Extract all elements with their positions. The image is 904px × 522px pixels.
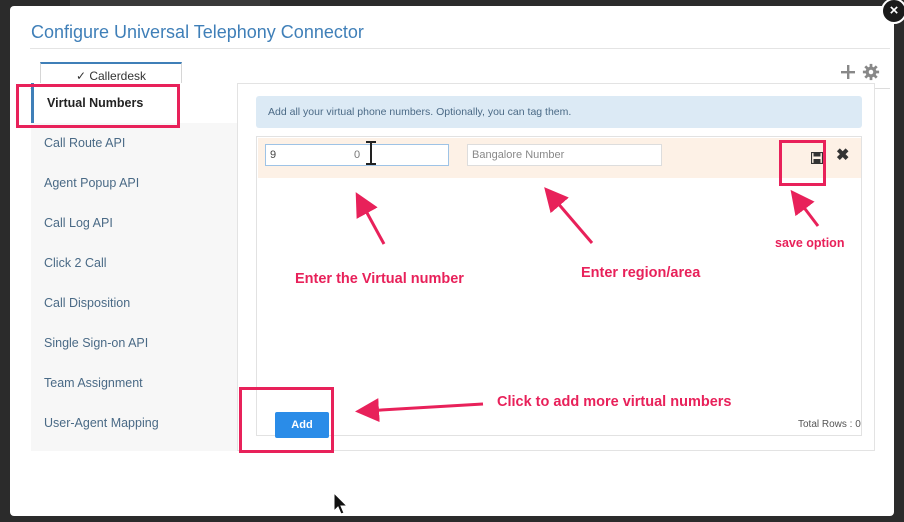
gear-icon[interactable] [862, 63, 880, 81]
annotation-enter-number: Enter the Virtual number [295, 271, 464, 287]
modal-title: Configure Universal Telephony Connector [31, 22, 364, 42]
sidebar-item-call-log-api[interactable]: Call Log API [31, 203, 237, 243]
highlight-add [239, 387, 334, 453]
virtual-number-value: 9 [270, 149, 277, 161]
sidebar-item-call-disposition[interactable]: Call Disposition [31, 283, 237, 323]
sidebar-item-user-agent-mapping[interactable]: User-Agent Mapping [31, 403, 237, 443]
virtual-number-input[interactable]: 9 0 [265, 144, 449, 166]
sidebar-item-single-sign-on-api[interactable]: Single Sign-on API [31, 323, 237, 363]
sidebar-item-call-route-api[interactable]: Call Route API [31, 123, 237, 163]
mouse-pointer-icon [333, 492, 349, 515]
annotation-enter-region: Enter region/area [581, 265, 701, 281]
close-icon[interactable]: × [881, 0, 904, 24]
plus-icon[interactable] [840, 64, 856, 80]
configure-connector-modal: Configure Universal Telephony Connector … [10, 6, 894, 516]
info-banner: Add all your virtual phone numbers. Opti… [256, 96, 862, 128]
virtual-number-trailing: 0 [354, 149, 361, 161]
sidebar-item-team-assignment[interactable]: Team Assignment [31, 363, 237, 403]
annotation-save-option: save option [775, 236, 845, 250]
sidebar: Virtual Numbers Call Route API Agent Pop… [31, 83, 237, 451]
edit-row: 9 0 Bangalore Number ✖ [258, 138, 861, 178]
sidebar-item-click-2-call[interactable]: Click 2 Call [31, 243, 237, 283]
highlight-virtual-numbers [16, 84, 180, 128]
remove-icon[interactable]: ✖ [836, 148, 849, 164]
sidebar-item-agent-popup-api[interactable]: Agent Popup API [31, 163, 237, 203]
annotation-click-add: Click to add more virtual numbers [497, 394, 732, 410]
region-input[interactable]: Bangalore Number [467, 144, 662, 166]
title-divider [30, 48, 890, 49]
highlight-save [779, 140, 826, 186]
total-rows: Total Rows : 0 [798, 419, 861, 430]
text-cursor-icon [366, 141, 376, 165]
